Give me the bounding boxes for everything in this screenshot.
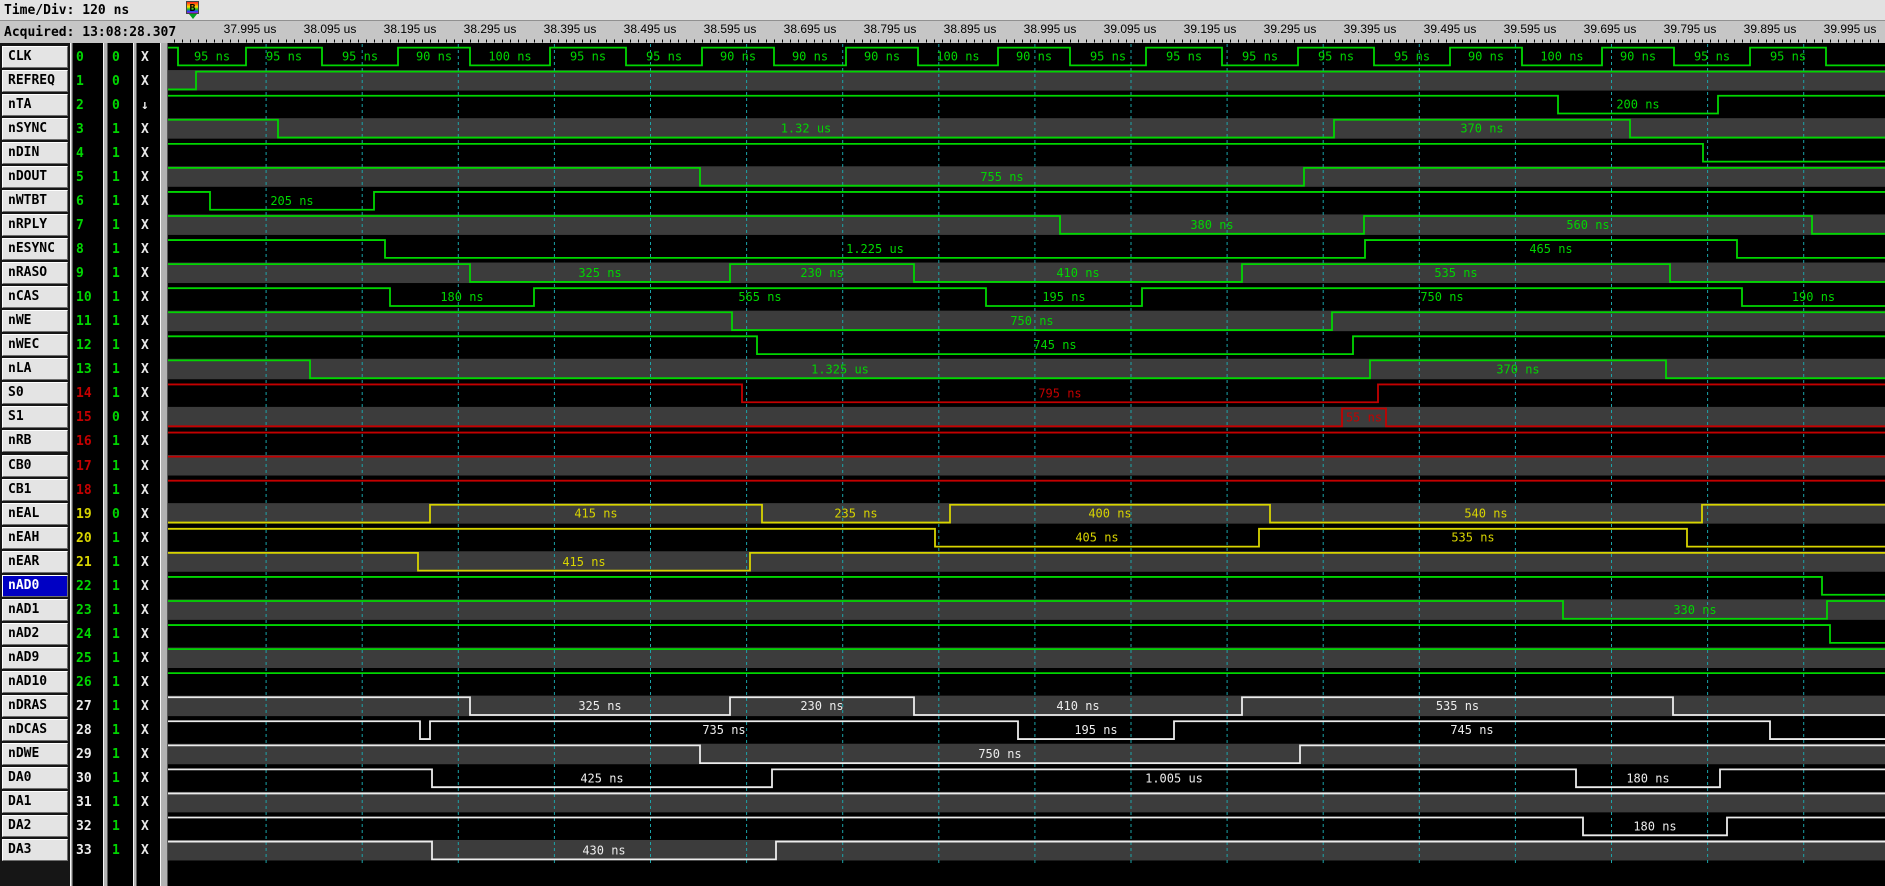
duration-label-nWTBT: 205 ns	[270, 194, 313, 208]
duration-label-CLK: 95 ns	[570, 50, 606, 64]
duration-label-nRPLY: 560 ns	[1566, 218, 1609, 232]
duration-label-nDOUT: 755 ns	[980, 170, 1023, 184]
duration-label-nEAL: 415 ns	[574, 507, 617, 521]
duration-label-CLK: 90 ns	[416, 50, 452, 64]
duration-label-nRASO: 230 ns	[800, 266, 843, 280]
duration-label-CLK: 90 ns	[1468, 50, 1504, 64]
duration-label-CLK: 95 ns	[342, 50, 378, 64]
duration-label-CLK: 95 ns	[1694, 50, 1730, 64]
waveform-nWEC: 745 ns	[168, 335, 1885, 356]
duration-label-nDRAS: 230 ns	[800, 699, 843, 713]
duration-label-nDRAS: 325 ns	[578, 699, 621, 713]
waveform-nDIN	[168, 142, 1885, 163]
waveform-DA0: 425 ns 1.005 us 180 ns	[168, 768, 1885, 789]
duration-label-nLA: 1.325 us	[811, 362, 869, 376]
waveform-DA2: 180 ns	[168, 816, 1885, 837]
waveform-nAD0	[168, 576, 1885, 596]
duration-label-S0: 795 ns	[1038, 386, 1081, 400]
duration-label-CLK: 100 ns	[936, 50, 979, 64]
duration-label-nEAL: 235 ns	[834, 507, 877, 521]
duration-label-nCAS: 190 ns	[1792, 290, 1835, 304]
waveform-CLK: 95 ns 95 ns 95 ns 90 ns 100 ns 95 ns 95 ns 90 n…	[168, 46, 1885, 67]
duration-label-CLK: 100 ns	[488, 50, 531, 64]
waveform-nCAS: 180 ns 565 ns 195 ns 750 ns 190 ns	[168, 287, 1885, 307]
duration-label-nCAS: 750 ns	[1420, 290, 1463, 304]
duration-label-nEAR: 415 ns	[562, 555, 605, 569]
duration-label-CLK: 95 ns	[646, 50, 682, 64]
duration-label-nDCAS: 195 ns	[1074, 723, 1117, 737]
duration-label-DA3: 430 ns	[582, 843, 625, 857]
duration-label-nESYNC: 465 ns	[1529, 242, 1572, 256]
duration-label-CLK: 95 ns	[1166, 50, 1202, 64]
duration-label-nEAH: 405 ns	[1075, 531, 1118, 545]
duration-label-nESYNC: 1.225 us	[846, 242, 904, 256]
duration-label-DA2: 180 ns	[1633, 819, 1676, 833]
duration-label-CLK: 90 ns	[864, 50, 900, 64]
waveform-display[interactable]: 95 ns 95 ns 95 ns 90 ns 100 ns 95 ns 95 ns 90 n…	[0, 0, 1885, 886]
duration-label-nCAS: 195 ns	[1042, 290, 1085, 304]
duration-label-CLK: 95 ns	[1394, 50, 1430, 64]
waveform-nESYNC: 1.225 us 465 ns	[168, 239, 1885, 259]
duration-label-CLK: 95 ns	[1242, 50, 1278, 64]
duration-label-nDRAS: 410 ns	[1056, 699, 1099, 713]
duration-label-CLK: 90 ns	[792, 50, 828, 64]
duration-label-CLK: 95 ns	[1770, 50, 1806, 64]
duration-label-nCAS: 565 ns	[738, 290, 781, 304]
duration-label-nSYNC: 370 ns	[1460, 122, 1503, 136]
duration-label-nDRAS: 535 ns	[1436, 699, 1479, 713]
duration-label-DA0: 1.005 us	[1145, 771, 1203, 785]
duration-label-CLK: 90 ns	[1620, 50, 1656, 64]
duration-label-nTA: 200 ns	[1616, 98, 1659, 112]
duration-label-CLK: 95 ns	[1318, 50, 1354, 64]
duration-label-nRPLY: 380 ns	[1190, 218, 1233, 232]
waveform-nAD2	[168, 624, 1885, 644]
duration-label-nEAL: 400 ns	[1088, 507, 1131, 521]
waveform-nWTBT: 205 ns	[168, 191, 1885, 211]
duration-label-CLK: 95 ns	[194, 50, 230, 64]
duration-label-nRASO: 410 ns	[1056, 266, 1099, 280]
duration-label-nRASO: 535 ns	[1434, 266, 1477, 280]
duration-label-nDCAS: 745 ns	[1450, 723, 1493, 737]
duration-label-CLK: 100 ns	[1540, 50, 1583, 64]
duration-label-nSYNC: 1.32 us	[781, 122, 832, 136]
waveform-nTA: 200 ns	[168, 94, 1885, 115]
duration-label-nWEC: 745 ns	[1033, 338, 1076, 352]
duration-label-S1: 55 ns	[1346, 410, 1382, 424]
waveform-nEAH: 405 ns 535 ns	[168, 527, 1885, 548]
waveform-S0: 795 ns	[168, 383, 1885, 404]
waveform-nDCAS: 735 ns 195 ns 745 ns	[168, 720, 1885, 740]
duration-label-nDWE: 750 ns	[978, 747, 1021, 761]
duration-label-CLK: 90 ns	[1016, 50, 1052, 64]
logic-analyzer-window: Time/Div: 120 ns B Acquired: 13:08:28.30…	[0, 0, 1885, 886]
row-stripes	[168, 70, 1885, 861]
duration-label-nDCAS: 735 ns	[702, 723, 745, 737]
duration-label-nEAL: 540 ns	[1464, 507, 1507, 521]
duration-label-CLK: 90 ns	[720, 50, 756, 64]
duration-label-CLK: 95 ns	[1090, 50, 1126, 64]
duration-label-nCAS: 180 ns	[440, 290, 483, 304]
duration-label-nEAH: 535 ns	[1451, 531, 1494, 545]
duration-label-nWE: 750 ns	[1010, 314, 1053, 328]
duration-label-DA0: 425 ns	[580, 771, 623, 785]
duration-label-nAD1: 330 ns	[1673, 603, 1716, 617]
duration-label-DA0: 180 ns	[1626, 771, 1669, 785]
duration-label-nLA: 370 ns	[1496, 362, 1539, 376]
duration-label-nRASO: 325 ns	[578, 266, 621, 280]
duration-label-CLK: 95 ns	[266, 50, 302, 64]
